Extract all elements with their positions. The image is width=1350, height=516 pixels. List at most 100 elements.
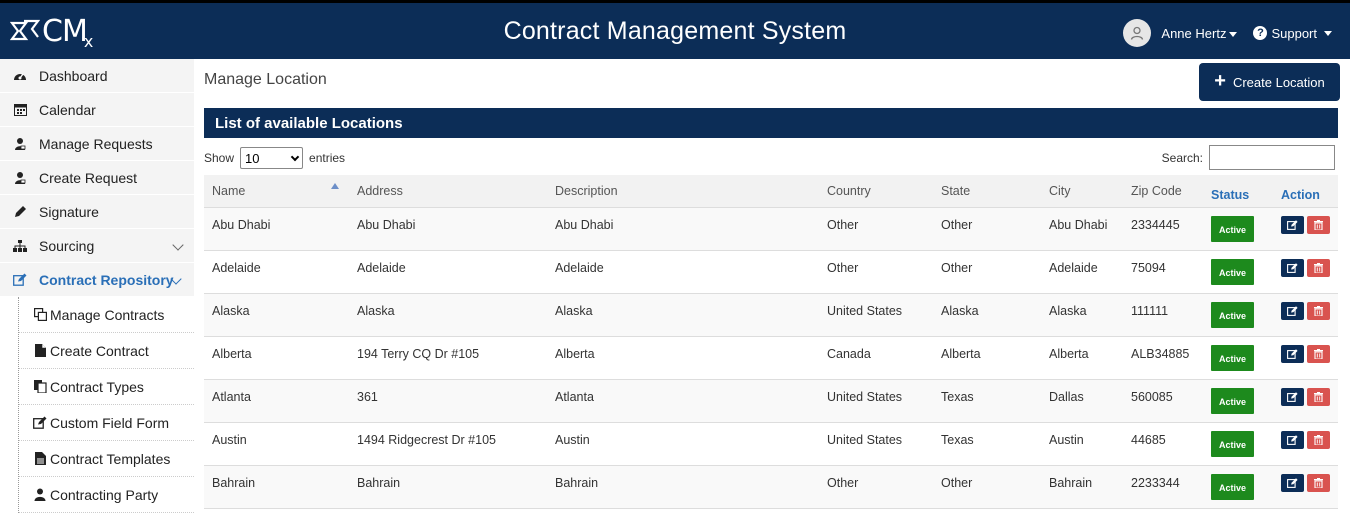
calendar-icon bbox=[12, 102, 28, 118]
edit-icon bbox=[1287, 305, 1298, 316]
cell-country: United States bbox=[819, 293, 933, 337]
delete-button[interactable] bbox=[1307, 473, 1330, 492]
table-controls: Show 10 entries Search: bbox=[204, 145, 1338, 171]
status-badge[interactable]: Active bbox=[1211, 430, 1255, 457]
cell-state: Other bbox=[933, 465, 1041, 509]
user-request-icon bbox=[12, 136, 28, 152]
page-title: Manage Location bbox=[204, 71, 327, 88]
cell-name: Austin bbox=[204, 422, 349, 466]
delete-button[interactable] bbox=[1307, 430, 1330, 449]
cell-zip: 44685 bbox=[1123, 422, 1203, 466]
edit-button[interactable] bbox=[1281, 344, 1304, 363]
column-header-zip-code[interactable]: Zip Code bbox=[1123, 175, 1203, 208]
sidebar-item-calendar[interactable]: Calendar bbox=[0, 93, 194, 127]
user-menu[interactable]: Anne Hertz bbox=[1161, 25, 1238, 41]
cell-country: Other bbox=[819, 465, 933, 509]
cell-state: Texas bbox=[933, 422, 1041, 466]
table-row: Adelaide Adelaide Adelaide Other Other A… bbox=[204, 250, 1338, 294]
trash-icon bbox=[1314, 305, 1323, 316]
edit-icon bbox=[1287, 391, 1298, 402]
cell-city: Alberta bbox=[1041, 336, 1123, 380]
edit-icon bbox=[1287, 262, 1298, 273]
sidebar-item-label: Sourcing bbox=[39, 237, 95, 254]
copy-icon bbox=[33, 308, 47, 322]
trash-icon bbox=[1314, 391, 1323, 402]
trash-icon bbox=[1314, 477, 1323, 488]
pencil-icon bbox=[12, 204, 28, 220]
sidebar: Dashboard Calendar Manage Requests Creat… bbox=[0, 59, 194, 516]
column-header-description[interactable]: Description bbox=[547, 175, 819, 208]
delete-button[interactable] bbox=[1307, 301, 1330, 320]
sidebar-subitem-contract-templates[interactable]: Contract Templates bbox=[19, 441, 194, 477]
edit-button[interactable] bbox=[1281, 301, 1304, 320]
support-menu[interactable]: ? Support bbox=[1253, 26, 1332, 41]
dashboard-icon bbox=[12, 68, 28, 84]
sidebar-item-label: Dashboard bbox=[39, 67, 108, 84]
cell-city: Dallas bbox=[1041, 379, 1123, 423]
sidebar-subitem-create-contract[interactable]: Create Contract bbox=[19, 333, 194, 369]
cell-description: Atlanta bbox=[547, 379, 819, 423]
delete-button[interactable] bbox=[1307, 344, 1330, 363]
status-badge[interactable]: Active bbox=[1211, 215, 1255, 242]
panel-title: List of available Locations bbox=[204, 108, 1338, 138]
status-badge[interactable]: Active bbox=[1211, 387, 1255, 414]
avatar[interactable] bbox=[1123, 19, 1152, 47]
trash-icon bbox=[1314, 434, 1323, 445]
cell-city: Alaska bbox=[1041, 293, 1123, 337]
sidebar-subitem-custom-field-form[interactable]: Custom Field Form bbox=[19, 405, 194, 441]
status-badge[interactable]: Active bbox=[1211, 258, 1255, 285]
edit-button[interactable] bbox=[1281, 473, 1304, 492]
status-badge[interactable]: Active bbox=[1211, 344, 1255, 371]
page-size-select[interactable]: 10 bbox=[240, 147, 304, 169]
sidebar-item-manage-requests[interactable]: Manage Requests bbox=[0, 127, 194, 161]
cell-address: Alaska bbox=[349, 293, 547, 337]
cell-address: Bahrain bbox=[349, 465, 547, 509]
edit-button[interactable] bbox=[1281, 258, 1304, 277]
trash-icon bbox=[1314, 262, 1323, 273]
delete-button[interactable] bbox=[1307, 215, 1330, 234]
cell-country: United States bbox=[819, 379, 933, 423]
sidebar-subitem-contract-types[interactable]: Contract Types bbox=[19, 369, 194, 405]
column-header-country[interactable]: Country bbox=[819, 175, 933, 208]
delete-button[interactable] bbox=[1307, 258, 1330, 277]
table-row: Abu Dhabi Abu Dhabi Abu Dhabi Other Othe… bbox=[204, 207, 1338, 251]
cell-country: Other bbox=[819, 207, 933, 251]
sidebar-item-create-request[interactable]: Create Request bbox=[0, 161, 194, 195]
sidebar-subitem-label: Create Contract bbox=[50, 342, 149, 359]
chevron-down-icon bbox=[172, 239, 184, 251]
sidebar-item-contract-repository[interactable]: Contract Repository bbox=[0, 263, 194, 297]
status-badge[interactable]: Active bbox=[1211, 473, 1255, 500]
delete-button[interactable] bbox=[1307, 387, 1330, 406]
cell-city: Bahrain bbox=[1041, 465, 1123, 509]
column-header-address[interactable]: Address bbox=[349, 175, 547, 208]
cell-zip: 2334445 bbox=[1123, 207, 1203, 251]
create-location-button[interactable]: + Create Location bbox=[1199, 63, 1340, 101]
sidebar-subitem-manage-contracts[interactable]: Manage Contracts bbox=[19, 297, 194, 333]
user-request-icon bbox=[12, 170, 28, 186]
sidebar-item-label: Manage Requests bbox=[39, 135, 153, 152]
search-input[interactable] bbox=[1209, 145, 1335, 170]
trash-icon bbox=[1314, 348, 1323, 359]
cell-address: Adelaide bbox=[349, 250, 547, 294]
sidebar-item-sourcing[interactable]: Sourcing bbox=[0, 229, 194, 263]
cell-state: Other bbox=[933, 207, 1041, 251]
edit-button[interactable] bbox=[1281, 387, 1304, 406]
column-header-status: Status bbox=[1203, 175, 1269, 208]
user-name: Anne Hertz bbox=[1161, 25, 1227, 41]
file-text-icon bbox=[33, 452, 47, 466]
sidebar-item-label: Calendar bbox=[39, 101, 96, 118]
cell-description: Alberta bbox=[547, 336, 819, 380]
sidebar-subitem-label: Manage Contracts bbox=[50, 306, 165, 323]
edit-button[interactable] bbox=[1281, 215, 1304, 234]
cell-state: Alaska bbox=[933, 293, 1041, 337]
sidebar-item-signature[interactable]: Signature bbox=[0, 195, 194, 229]
column-header-city[interactable]: City bbox=[1041, 175, 1123, 208]
sidebar-item-dashboard[interactable]: Dashboard bbox=[0, 59, 194, 93]
status-badge[interactable]: Active bbox=[1211, 301, 1255, 328]
column-header-name[interactable]: Name bbox=[204, 175, 349, 208]
edit-button[interactable] bbox=[1281, 430, 1304, 449]
sidebar-item-label: Signature bbox=[39, 203, 99, 220]
sidebar-subitem-contracting-party[interactable]: Contracting Party bbox=[19, 477, 194, 513]
cell-description: Adelaide bbox=[547, 250, 819, 294]
column-header-state[interactable]: State bbox=[933, 175, 1041, 208]
